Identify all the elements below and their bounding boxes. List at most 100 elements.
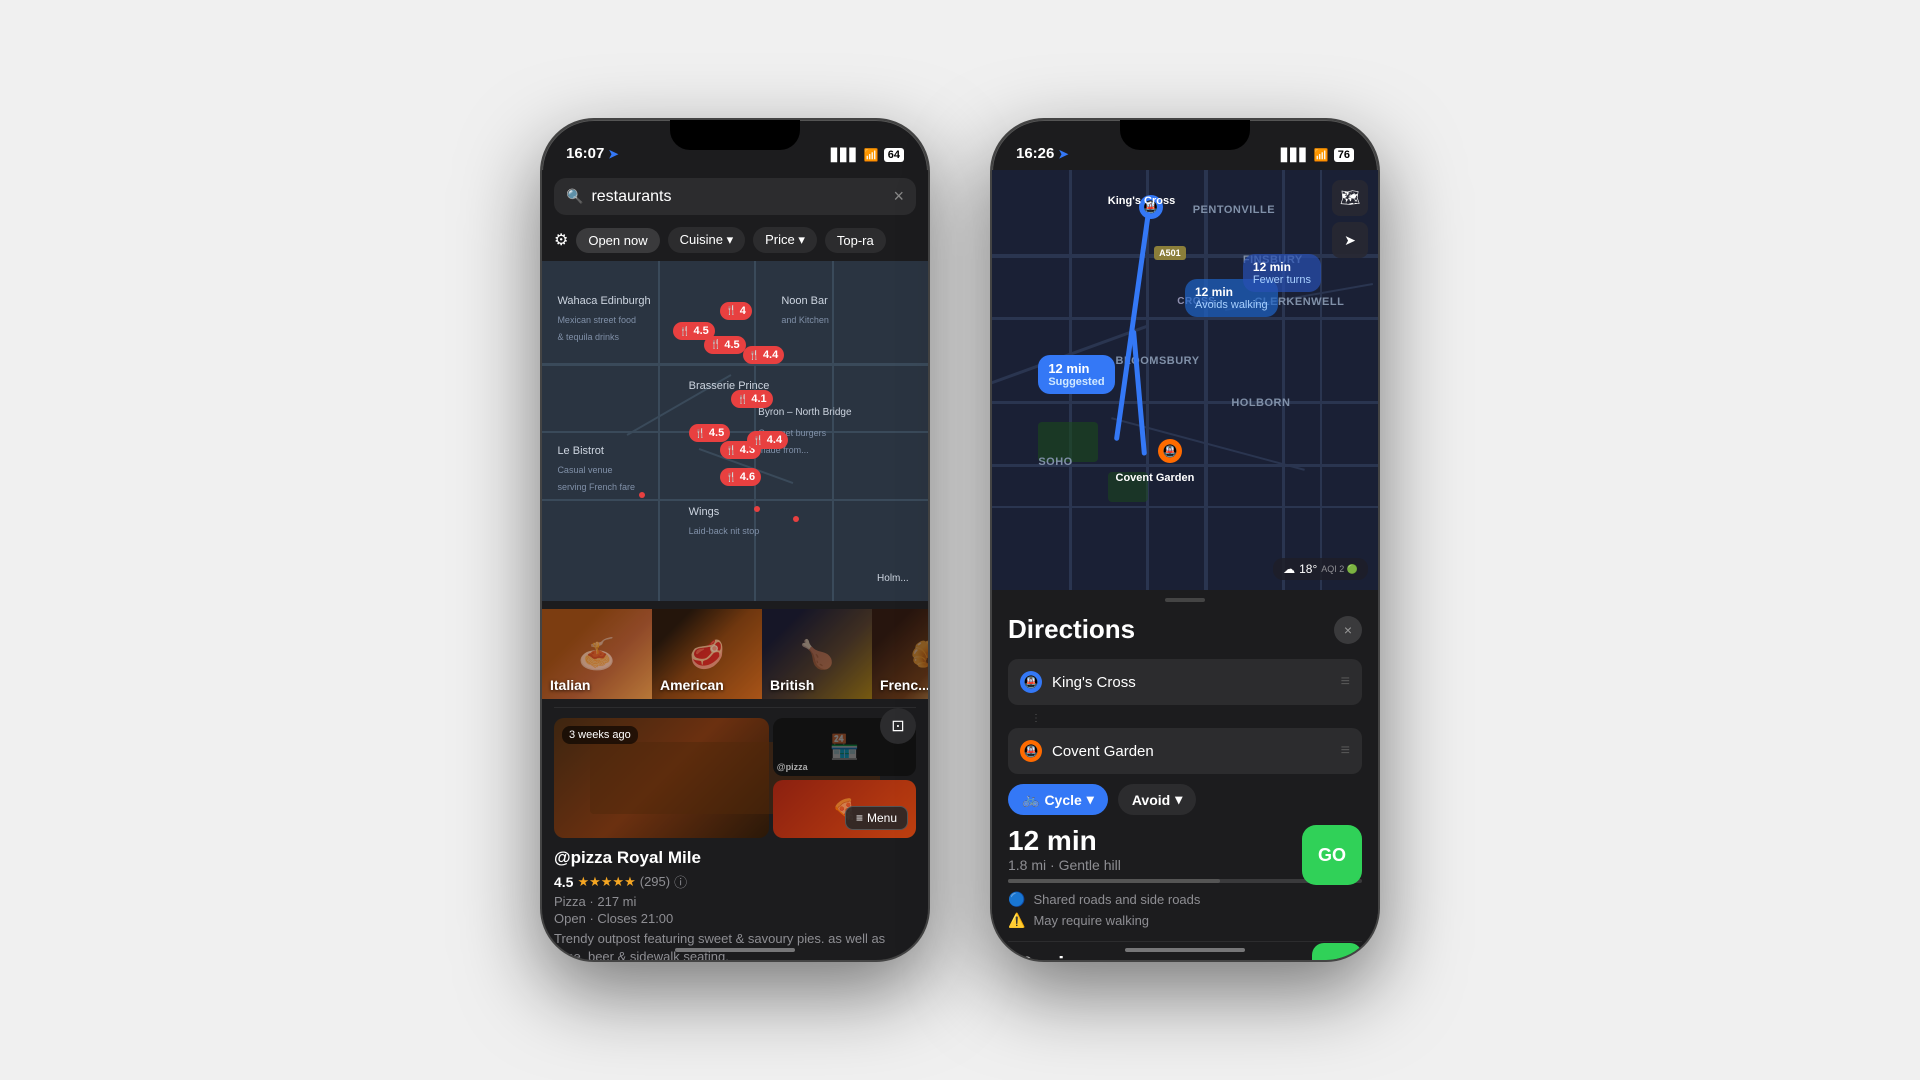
map-controls: 🗺 ➤ xyxy=(1332,180,1368,258)
menu-badge[interactable]: ≡ Menu xyxy=(845,806,908,830)
cycle-mode-button[interactable]: 🚲 Cycle ▾ xyxy=(1008,784,1108,815)
close-directions-button[interactable]: × xyxy=(1334,616,1362,644)
wifi-icon-2: 📶 xyxy=(1314,148,1329,162)
map-pin-4[interactable]: 4.4 xyxy=(743,346,785,364)
map-label-noon: Noon Bar xyxy=(781,295,827,307)
notch-2 xyxy=(1120,120,1250,150)
menu-icon: ≡ xyxy=(856,811,863,825)
map-view-2[interactable]: A501 PENTONVILLE FINSBURY CLERKENWELL BL… xyxy=(992,170,1378,590)
map-layers-btn[interactable]: 🗺 xyxy=(1332,180,1368,216)
rating-number: 4.5 xyxy=(554,874,573,890)
save-icon: ⊡ xyxy=(891,716,904,736)
map-label-bistrot-sub: Casual venue xyxy=(557,465,612,475)
signal-icon-2: ▋▋▋ xyxy=(1281,148,1309,162)
walking-icon: ⚠️ xyxy=(1008,912,1025,929)
map-pin-5[interactable]: 4.1 xyxy=(731,390,773,408)
stars: ★★★★★ xyxy=(577,874,635,890)
restaurant-meta: Pizza · 217 mi xyxy=(554,894,916,909)
notch-1 xyxy=(670,120,800,150)
filter-cuisine[interactable]: Cuisine ▾ xyxy=(668,227,746,253)
cuisine-british[interactable]: 🍗 British xyxy=(762,609,872,699)
filter-toprated[interactable]: Top-ra xyxy=(825,228,886,253)
origin-label: King's Cross xyxy=(1052,674,1331,691)
label-kings-cross: King's Cross xyxy=(1108,195,1175,207)
alt-route-time: 12 min xyxy=(1008,952,1362,962)
restaurant-rating: 4.5 ★★★★★ (295) ⓘ xyxy=(554,872,916,891)
restaurant-hours: Open · Closes 21:00 xyxy=(554,911,916,926)
map-label-bistrot-sub2: serving French fare xyxy=(557,482,635,492)
cycle-chevron: ▾ xyxy=(1087,791,1094,808)
map-label-bistrot: Le Bistrot xyxy=(557,445,603,457)
filter-price[interactable]: Price ▾ xyxy=(753,227,817,253)
cuisine-label-italian: Italian xyxy=(550,677,590,693)
map-pin-3[interactable]: 4.5 xyxy=(704,336,746,354)
cuisine-label-british: British xyxy=(770,677,814,693)
destination-label: Covent Garden xyxy=(1052,743,1331,760)
map-label-noon-sub: and Kitchen xyxy=(781,315,829,325)
label-covent-garden: Covent Garden xyxy=(1116,472,1195,484)
destination-icon: 🚇 xyxy=(1020,740,1042,762)
route-info: 12 min 1.8 mi · Gentle hill GO xyxy=(1008,825,1362,873)
status-time-1: 16:07 xyxy=(566,145,604,162)
route-bubble-suggested[interactable]: 12 min Suggested xyxy=(1038,355,1114,394)
directions-title: Directions xyxy=(1008,614,1135,645)
map-label-wahaca: Wahaca Edinburgh xyxy=(557,295,650,307)
origin-icon: 🚇 xyxy=(1020,671,1042,693)
map-view[interactable]: Wahaca Edinburgh Mexican street food & t… xyxy=(542,261,928,601)
restaurant-section: 🏪 @pizza 🍕 ≡ Menu xyxy=(542,708,928,962)
weather-badge: ☁ 18° AQI 2 🟢 xyxy=(1273,558,1368,580)
search-input[interactable]: restaurants xyxy=(591,188,885,206)
cuisine-french[interactable]: 🥐 Frenc... xyxy=(872,609,928,699)
phone2-content: A501 PENTONVILLE FINSBURY CLERKENWELL BL… xyxy=(992,170,1378,962)
route-warning-1: 🔵 Shared roads and side roads xyxy=(1008,891,1362,908)
restaurant-name: @pizza Royal Mile xyxy=(554,848,916,868)
map-pin-8[interactable]: 4.4 xyxy=(747,431,789,449)
map-location-btn[interactable]: ➤ xyxy=(1332,222,1368,258)
search-bar[interactable]: 🔍 restaurants × xyxy=(554,178,916,215)
route-bubble-fewer[interactable]: 12 min Fewer turns xyxy=(1243,254,1321,292)
restaurant-description: Trendy outpost featuring sweet & savoury… xyxy=(554,930,916,962)
battery-1: 64 xyxy=(884,148,904,162)
map-label-holborn: Holm... xyxy=(877,573,909,584)
temperature: 18° xyxy=(1299,562,1317,576)
wifi-icon-1: 📶 xyxy=(864,148,879,162)
area-pentonville: PENTONVILLE xyxy=(1193,204,1275,216)
phone1-content: 🔍 restaurants × ⚙ Open now Cuisine ▾ Pri… xyxy=(542,170,928,962)
drag-handle[interactable] xyxy=(1165,598,1205,602)
shared-roads-icon: 🔵 xyxy=(1008,891,1025,908)
search-clear[interactable]: × xyxy=(893,186,904,207)
rating-count: (295) xyxy=(640,874,670,889)
cloud-icon: ☁ xyxy=(1283,562,1295,576)
avoid-button[interactable]: Avoid ▾ xyxy=(1118,784,1196,815)
waypoint-destination[interactable]: 🚇 Covent Garden ≡ xyxy=(1008,728,1362,774)
filter-open-now[interactable]: Open now xyxy=(576,228,659,253)
road-label-a501: A501 xyxy=(1154,246,1186,260)
home-indicator-2 xyxy=(1125,948,1245,952)
cuisine-italian[interactable]: 🍝 Italian xyxy=(542,609,652,699)
weeks-ago-badge: 3 weeks ago xyxy=(562,726,638,744)
waypoint-origin[interactable]: 🚇 King's Cross ≡ xyxy=(1008,659,1362,705)
map-label-byron: Byron – North Bridge xyxy=(758,407,851,418)
route-warning-2: ⚠️ May require walking xyxy=(1008,912,1362,929)
restaurant-photos: 🏪 @pizza 🍕 ≡ Menu xyxy=(554,718,916,838)
alt-go-button[interactable]: GO xyxy=(1312,943,1362,962)
go-button[interactable]: GO xyxy=(1302,825,1362,885)
destination-menu[interactable]: ≡ xyxy=(1341,742,1350,760)
map-label-wahaca-sub2: & tequila drinks xyxy=(557,332,619,342)
origin-menu[interactable]: ≡ xyxy=(1341,673,1350,691)
route-progress-fill xyxy=(1008,879,1220,883)
directions-header: Directions × xyxy=(1008,614,1362,645)
battery-2: 76 xyxy=(1334,148,1354,162)
aqi: AQI 2 🟢 xyxy=(1321,564,1358,575)
restaurant-photo-3: 🍕 ≡ Menu xyxy=(773,780,916,838)
map-pin-6[interactable]: 4.5 xyxy=(689,424,731,442)
map-pin-2[interactable]: 4 xyxy=(720,302,752,320)
filter-icon[interactable]: ⚙ xyxy=(554,230,568,250)
cuisine-row: 🍝 Italian 🥩 American 🍗 British xyxy=(542,601,928,707)
info-icon[interactable]: ⓘ xyxy=(674,872,687,891)
save-button[interactable]: ⊡ xyxy=(880,708,916,744)
cuisine-american[interactable]: 🥩 American xyxy=(652,609,762,699)
home-indicator-1 xyxy=(675,948,795,952)
area-holborn: HOLBORN xyxy=(1231,397,1290,409)
map-pin-9[interactable]: 4.6 xyxy=(720,468,762,486)
